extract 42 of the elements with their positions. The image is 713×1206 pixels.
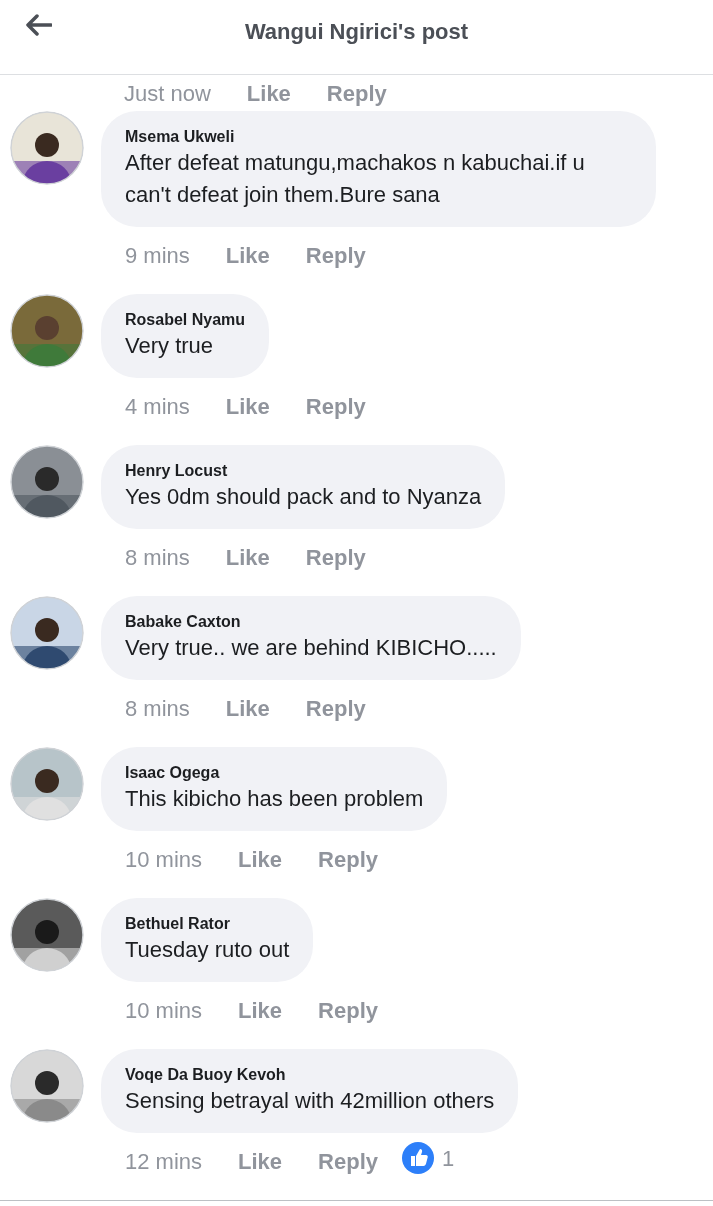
comment-time: 4 mins <box>125 392 190 421</box>
reply-link[interactable]: Reply <box>305 540 366 574</box>
comment-text: Sensing betrayal with 42million others <box>125 1087 495 1115</box>
comment-time: 12 mins <box>125 1147 203 1176</box>
reply-link[interactable]: Reply <box>326 76 387 110</box>
like-link[interactable]: Like <box>225 540 270 574</box>
comment-text: Tuesday ruto out <box>125 936 290 964</box>
comment-text: Very true <box>125 332 215 360</box>
reply-link[interactable]: Reply <box>305 691 366 725</box>
like-link[interactable]: Like <box>238 1144 283 1178</box>
reply-link[interactable]: Reply <box>318 842 378 876</box>
reply-link[interactable]: Reply <box>305 389 366 423</box>
like-link[interactable]: Like <box>225 691 270 725</box>
comment-author[interactable]: Isaac Ogega <box>125 763 424 783</box>
comment-time: 8 mins <box>125 694 190 723</box>
comment-time: 10 mins <box>125 845 203 874</box>
comment-author[interactable]: Rosabel Nyamu <box>125 310 246 330</box>
comment-author[interactable]: Bethuel Rator <box>125 914 290 934</box>
like-link[interactable]: Like <box>225 238 270 272</box>
comment-time: 9 mins <box>125 241 190 270</box>
comment-text: Yes 0dm should pack and to Nyanza <box>125 483 482 511</box>
reply-link[interactable]: Reply <box>318 1144 378 1178</box>
comment-author[interactable]: Babake Caxton <box>125 612 497 632</box>
comment-text: After defeat matungu,machakos n kabuchai.if u can't defeat join them.Bure sana <box>125 149 586 209</box>
comment-author[interactable]: Msema Ukweli <box>125 127 632 147</box>
comment-author[interactable]: Henry Locust <box>125 461 482 481</box>
like-link[interactable]: Like <box>238 842 283 876</box>
comment-author[interactable]: Voqe Da Buoy Kevoh <box>125 1065 495 1085</box>
comment-text: This kibicho has been problem <box>125 785 424 813</box>
page-title: Wangui Ngirici's post <box>244 18 469 46</box>
reaction-count: 1 <box>442 1144 455 1173</box>
comment-text: Very true.. we are behind KIBICHO..... <box>125 634 497 662</box>
comment-time: Just now <box>124 79 211 108</box>
comment-time: 8 mins <box>125 543 190 572</box>
like-link[interactable]: Like <box>225 389 270 423</box>
reply-link[interactable]: Reply <box>305 238 366 272</box>
comment-time: 10 mins <box>125 996 203 1025</box>
back-arrow-icon[interactable] <box>26 14 52 36</box>
like-link[interactable]: Like <box>246 76 291 110</box>
reply-link[interactable]: Reply <box>318 993 378 1027</box>
like-link[interactable]: Like <box>238 993 283 1027</box>
like-reaction-icon <box>402 1142 434 1174</box>
